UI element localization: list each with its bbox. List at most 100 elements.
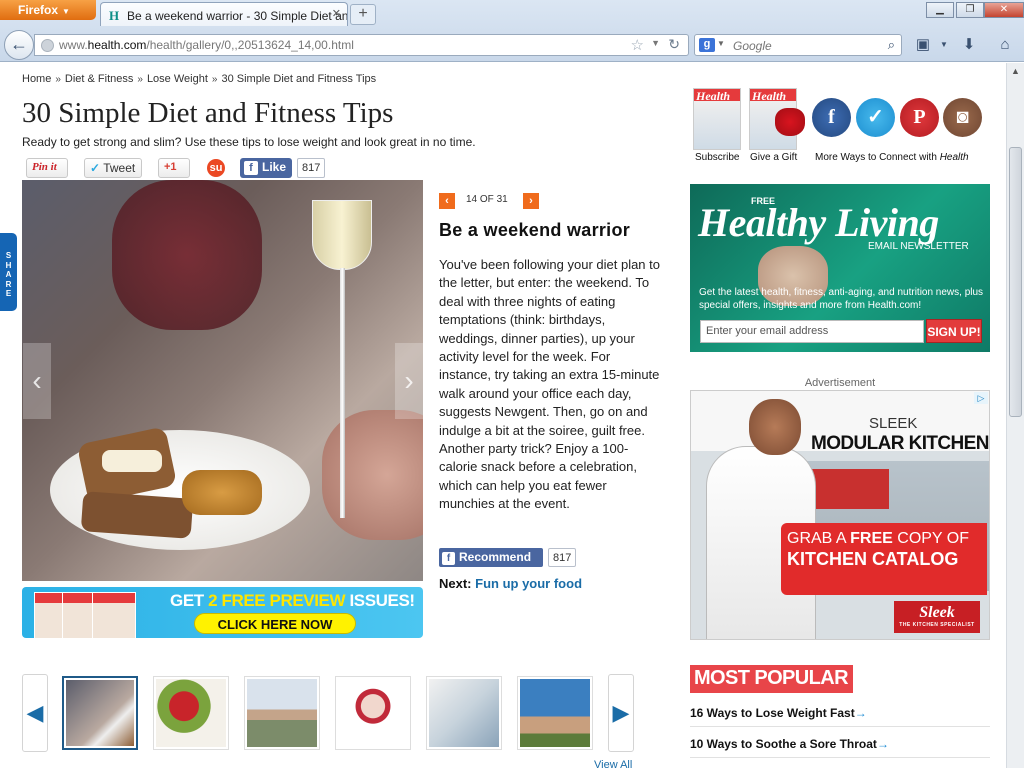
slide-body: You've been following your diet plan to … [439,257,660,512]
health-logo: Health [752,89,787,103]
thumbs-prev-icon[interactable]: ◀ [22,674,48,752]
reload-icon[interactable]: ↻ [668,36,680,53]
globe-icon [41,39,54,52]
minimize-button[interactable]: ▁ [926,2,954,18]
bookmark-star-icon[interactable]: ☆ [631,36,644,54]
promo-headline: GET 2 FREE PREVIEW ISSUES! [170,591,415,611]
facebook-recommend-button[interactable]: f Recommend [439,548,543,567]
thumbs-next-icon[interactable]: ▶ [608,674,634,752]
google-plus-button[interactable]: +1 [158,158,190,178]
pinit-button[interactable]: Pin it [26,158,68,178]
photo-bread [80,491,194,539]
breadcrumb-diet-fitness[interactable]: Diet & Fitness [65,73,133,85]
sleek-logo-sub: THE KITCHEN SPECIALIST [899,622,975,628]
history-dropdown-icon[interactable]: ▼ [651,38,660,48]
magazine-cover [92,592,136,638]
email-field[interactable]: Enter your email address [700,320,924,343]
popular-link-text: 16 Ways to Lose Weight Fast [690,706,855,720]
promo-headline-a: GET [170,591,209,610]
page-subtitle: Ready to get strong and slim? Use these … [22,135,476,149]
chevron-down-icon: ▼ [62,7,70,16]
most-popular-heading: MOST POPULAR [690,665,853,693]
share-side-tab[interactable]: SHARE [0,233,17,311]
free-issues-promo-banner[interactable]: GET 2 FREE PREVIEW ISSUES! CLICK HERE NO… [22,587,423,638]
sleek-logo-text: Sleek [919,604,955,621]
thumbnail[interactable] [335,676,411,750]
firefox-label: Firefox [18,3,59,17]
more-ways-label: More Ways to Connect with Health [815,152,969,163]
health-favicon-icon: H [109,8,120,23]
slide-next-button[interactable]: › [523,193,539,209]
thumbnail[interactable] [62,676,138,750]
ad-chef-face [749,399,801,455]
search-icon[interactable]: ⌕ [888,37,895,53]
slide-counter: 14 OF 31 [466,194,508,205]
back-button[interactable]: ← [4,30,34,60]
scrollbar-thumb[interactable] [1009,147,1022,417]
more-ways-text: More Ways to Connect with [815,152,940,163]
newsletter-type: EMAIL NEWSLETTER [868,241,969,252]
scroll-up-icon[interactable]: ▲ [1007,63,1024,80]
tab-close-icon[interactable]: ✕ [332,7,341,20]
slide-prev-button[interactable]: ‹ [439,193,455,209]
like-count: 817 [297,158,326,178]
thumbnail[interactable] [153,676,229,750]
subscribe-link[interactable]: Subscribe [695,152,739,163]
instagram-icon[interactable]: ◙ [943,98,982,137]
ad-offer-line1: GRAB A FREE COPY OF [787,529,987,549]
tab-title: Be a weekend warrior - 30 Simple Diet an… [127,9,348,23]
address-bar[interactable]: www.health.com/health/gallery/0,,2051362… [34,34,689,56]
tweet-button[interactable]: ✓ Tweet [84,158,142,178]
ad-kitchen-cabinet [809,469,889,509]
popular-link[interactable]: 10 Ways to Soothe a Sore Throat→ [690,737,889,751]
photo-next-arrow-icon[interactable]: › [395,343,423,419]
popular-link[interactable]: 16 Ways to Lose Weight Fast→ [690,706,867,720]
photo-cheese [102,450,162,472]
downloads-icon[interactable]: ⬇ [958,36,980,56]
bookmarks-icon[interactable]: ▣ [912,36,934,56]
new-tab-button[interactable]: + [350,4,376,25]
thumbnail[interactable] [244,676,320,750]
breadcrumb-separator: » [55,74,61,85]
sleek-logo: Sleek THE KITCHEN SPECIALIST [894,601,980,633]
next-slide-link[interactable]: Fun up your food [475,576,582,591]
next-slide-line: Next: Fun up your food [439,576,582,591]
breadcrumb-home[interactable]: Home [22,73,51,85]
facebook-like-button[interactable]: f Like [240,158,292,178]
give-gift-link[interactable]: Give a Gift [750,152,797,163]
close-window-button[interactable]: ✕ [984,2,1024,18]
divider [690,726,990,727]
vertical-scrollbar[interactable]: ▲ [1006,63,1024,768]
twitter-bird-icon: ✓ [90,161,101,175]
view-all-link[interactable]: View All [594,759,632,771]
facebook-icon[interactable]: f [812,98,851,137]
breadcrumb: Home» Diet & Fitness» Lose Weight» 30 Simpl… [22,73,376,85]
pinterest-icon[interactable]: P [900,98,939,137]
twitter-icon[interactable]: ✓ [856,98,895,137]
thumbnail[interactable] [517,676,593,750]
subscribe-magazine-cover[interactable]: Health [693,88,741,150]
firefox-menu-button[interactable]: Firefox ▼ [0,0,96,20]
more-ways-brand: Health [939,152,969,163]
stumbleupon-icon[interactable]: su [207,159,225,177]
ad-offer-box: GRAB A FREE COPY OF KITCHEN CATALOG [781,523,987,595]
photo-prev-arrow-icon[interactable]: ‹ [23,343,51,419]
restore-button[interactable]: ❐ [956,2,984,18]
sign-up-button[interactable]: SIGN UP! [926,319,982,343]
search-input[interactable]: g ▼ Google ⌕ [694,34,902,56]
newsletter-signup: FREE Healthy Living EMAIL NEWSLETTER Get… [690,184,990,352]
breadcrumb-lose-weight[interactable]: Lose Weight [147,73,208,85]
url-prefix: www. [59,38,88,52]
home-icon[interactable]: ⌂ [994,36,1016,56]
kitchen-advertisement[interactable]: SLEEK MODULAR KITCHEN GRAB A FREE COPY O… [690,390,990,640]
click-here-now-button[interactable]: CLICK HERE NOW [194,613,356,634]
bookmarks-dropdown-icon[interactable]: ▼ [933,36,955,56]
breadcrumb-current[interactable]: 30 Simple Diet and Fitness Tips [221,73,376,85]
thumbnail[interactable] [426,676,502,750]
like-label: Like [262,160,287,174]
adchoices-icon[interactable]: ▷ [974,392,988,404]
recommend-count: 817 [548,548,577,567]
engine-dropdown-icon[interactable]: ▼ [717,39,725,48]
browser-tab[interactable]: H Be a weekend warrior - 30 Simple Diet a… [100,2,348,26]
google-engine-icon[interactable]: g [699,38,715,52]
